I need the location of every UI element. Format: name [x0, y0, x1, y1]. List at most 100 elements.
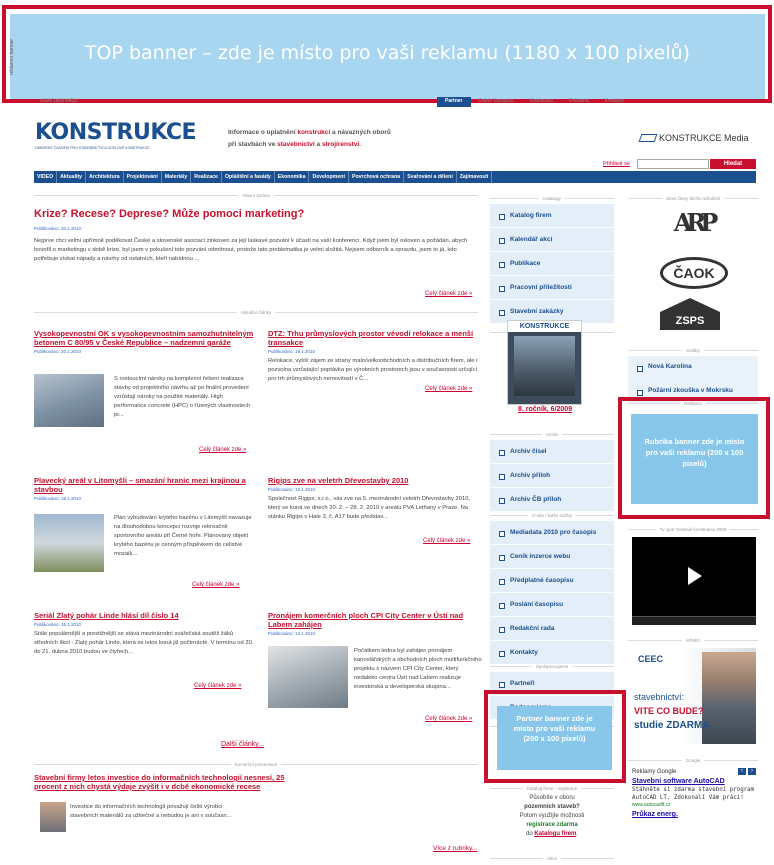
google-ad2-title[interactable]: Průkaz energ.: [632, 811, 756, 818]
top-link-partner[interactable]: Partner: [437, 97, 471, 107]
commercial-image: [40, 802, 66, 832]
main-news-date: Publikováno: 20.1.2010: [34, 226, 82, 231]
catalog-reg-link[interactable]: Katalogu firem: [534, 831, 576, 837]
more-articles-link[interactable]: Další články...: [221, 741, 264, 748]
article-1-text: S rostoucími nároky na komplexní řešení …: [114, 376, 251, 418]
about-item-pricelist[interactable]: Ceník inzerce webu: [490, 545, 614, 569]
event-nova-karolina[interactable]: Nová Karolina: [628, 356, 758, 380]
nav-ekonomika[interactable]: Ekonomika: [275, 171, 310, 183]
catalog-item-publications[interactable]: Publikace: [490, 252, 614, 276]
nav-architektura[interactable]: Architektura: [86, 171, 124, 183]
about-item-contacts[interactable]: Kontakty: [490, 641, 614, 665]
prev-arrow-icon[interactable]: ‹: [738, 768, 746, 775]
article-4-title[interactable]: Rigips zve na veletrh Dřevostavby 2010: [268, 476, 482, 485]
article-6-title[interactable]: Pronájem komerčních ploch CPI City Cente…: [268, 611, 482, 629]
main-nav: VIDEO Aktuality Architektura Projektování Ma…: [34, 171, 756, 183]
commercial-more[interactable]: Více z rubriky...: [433, 845, 477, 852]
magazine-caption[interactable]: 8. ročník, 6/2009: [518, 406, 572, 413]
nav-svarovani[interactable]: Svařování a dělení: [404, 171, 457, 183]
commercial-title[interactable]: Stavební firmy letos investice do inform…: [34, 773, 314, 791]
top-link-ads[interactable]: Reklama: [561, 97, 597, 107]
article-4-date: Publikováno: 15.1.2010: [268, 487, 316, 492]
article-5-text: Stále populárnější a prestižnější se stá…: [34, 631, 254, 655]
next-arrow-icon[interactable]: ›: [748, 768, 756, 775]
article-6-more[interactable]: Celý článek zde »: [425, 716, 472, 722]
top-link-contacts[interactable]: Kontakty: [597, 97, 632, 107]
article-2: DTZ: Trhu průmyslových prostor vévodí re…: [268, 329, 482, 459]
zsps-roof-icon: [660, 298, 720, 312]
assoc-zsps-logo[interactable]: ZSPS: [660, 298, 720, 338]
logo-subtitle: ODBORNÝ ČASOPIS PRO STAVEBNICTVÍ A OCELO…: [35, 146, 150, 150]
google-section-label: Google: [628, 758, 758, 767]
akce-section-label: Akce: [490, 856, 614, 865]
konstrukce-media[interactable]: KONSTRUKCE Media: [638, 133, 749, 143]
commercial-section-label: Komerční prezentace: [34, 762, 478, 771]
article-5-title[interactable]: Seriál Zlatý pohár Linde hlásí díl číslo…: [34, 611, 256, 620]
about-item-mediadata[interactable]: Mediadata 2010 pro časopis: [490, 521, 614, 545]
article-1-title[interactable]: Vysokopevnostní OK s vysokopevnostním sa…: [34, 329, 256, 347]
main-news-more[interactable]: Celý článek zde »: [425, 291, 472, 297]
catalog-reg-free[interactable]: registrace zdarma: [490, 821, 614, 830]
article-5-date: Publikováno: 15.1.2010: [34, 622, 82, 627]
archive-item-supplements[interactable]: Archiv příloh: [490, 464, 614, 488]
kpmg-person-image: [702, 652, 756, 744]
kpmg-line3: studie ZDARMA: [634, 720, 710, 731]
catalog-item-events[interactable]: Kalendář akcí: [490, 228, 614, 252]
article-3-image: [34, 514, 104, 572]
search-button[interactable]: Hledat: [710, 159, 756, 169]
search-input[interactable]: [637, 159, 709, 169]
play-icon[interactable]: [688, 567, 702, 585]
magazine-cover[interactable]: KONSTRUKCE: [507, 320, 582, 405]
about-item-board[interactable]: Redakční rada: [490, 617, 614, 641]
main-news-title[interactable]: Krize? Recese? Deprese? Může pomoci mark…: [34, 208, 478, 220]
article-4-text: Společnost Rigips, s.r.o., vás zve na 5.…: [268, 496, 471, 520]
login-link[interactable]: Přihlásit se: [603, 161, 630, 167]
site-logo[interactable]: KONSTRUKCE ODBORNÝ ČASOPIS PRO STAVEBNIC…: [35, 120, 200, 150]
article-6-image: [268, 646, 348, 708]
nav-development[interactable]: Development: [309, 171, 350, 183]
catalog-item-jobs[interactable]: Pracovní příležitosti: [490, 276, 614, 300]
nav-povrchova[interactable]: Povrchová ochrana: [349, 171, 405, 183]
catalogs-list: Katalog firem Kalendář akcí Publikace Pr…: [490, 204, 614, 324]
article-2-more[interactable]: Celý článek zde »: [425, 386, 472, 392]
nav-projektovani[interactable]: Projektování: [124, 171, 162, 183]
google-ad1-title[interactable]: Stavební software AutoCAD: [632, 778, 756, 786]
top-link-mediadata[interactable]: Mediadata: [522, 97, 561, 107]
video-player[interactable]: [632, 537, 756, 625]
kpmg-ad[interactable]: CEEC stavebnictví: VITE CO BUDE? studie …: [632, 648, 756, 744]
nav-video[interactable]: VIDEO: [34, 171, 58, 183]
nav-materialy[interactable]: Materiály: [162, 171, 192, 183]
article-2-title[interactable]: DTZ: Trhu průmyslových prostor vévodí re…: [268, 329, 482, 347]
main-news-section-label: Hlavní zpráva: [34, 193, 478, 202]
about-item-subscription[interactable]: Předplatné časopisu: [490, 569, 614, 593]
article-1-more[interactable]: Celý článek zde »: [199, 447, 246, 453]
article-5-more[interactable]: Celý článek zde »: [194, 683, 241, 689]
article-5: Seriál Zlatý pohár Linde hlásí díl číslo…: [34, 611, 256, 701]
google-nav-arrows[interactable]: ‹ ›: [738, 768, 756, 775]
article-3-more[interactable]: Celý článek zde »: [192, 582, 239, 588]
articles-section-label: Aktuální články: [34, 310, 478, 319]
nav-realizace[interactable]: Realizace: [191, 171, 222, 183]
catalog-item-firms[interactable]: Katalog firem: [490, 204, 614, 228]
google-ad1-text: Stáhněte si zdarma stavební program Auto…: [632, 787, 755, 801]
about-item-mission[interactable]: Poslání časopisu: [490, 593, 614, 617]
top-link-subscription[interactable]: Odběr časopisu: [471, 97, 522, 107]
partner-banner-highlight: [484, 690, 626, 783]
archive-item-issues[interactable]: Archiv čísel: [490, 440, 614, 464]
archive-item-cb-supplements[interactable]: Archiv ČB příloh: [490, 488, 614, 512]
google-ad1-url[interactable]: www.autocadlt.cz: [632, 802, 756, 808]
article-3-title[interactable]: Plavecký areál v Litomyšli – smazání hra…: [34, 476, 256, 494]
google-ads: Reklamy Google ‹ › Stavební software Aut…: [632, 768, 756, 818]
tagline: Informace o uplatnění konstrukcí a návaz…: [228, 129, 391, 148]
assoc-caok-logo[interactable]: ČAOK: [660, 257, 728, 289]
nav-zajimavosti[interactable]: Zajímavosti: [457, 171, 493, 183]
article-4-more[interactable]: Celý článek zde »: [423, 538, 470, 544]
video-controls[interactable]: [632, 616, 756, 625]
nav-oplasteni[interactable]: Opláštění a fasády: [222, 171, 275, 183]
kpmg-section-label: KPMG: [628, 638, 758, 647]
nav-aktuality[interactable]: Aktuality: [57, 171, 87, 183]
video-section-label: Tv spot Ocelové konstrukce 2009: [628, 527, 758, 536]
assoc-arp-logo[interactable]: ARP: [658, 208, 728, 248]
archive-list: Archiv čísel Archiv příloh Archiv ČB pří…: [490, 440, 614, 512]
article-1: Vysokopevnostní OK s vysokopevnostním sa…: [34, 329, 256, 459]
